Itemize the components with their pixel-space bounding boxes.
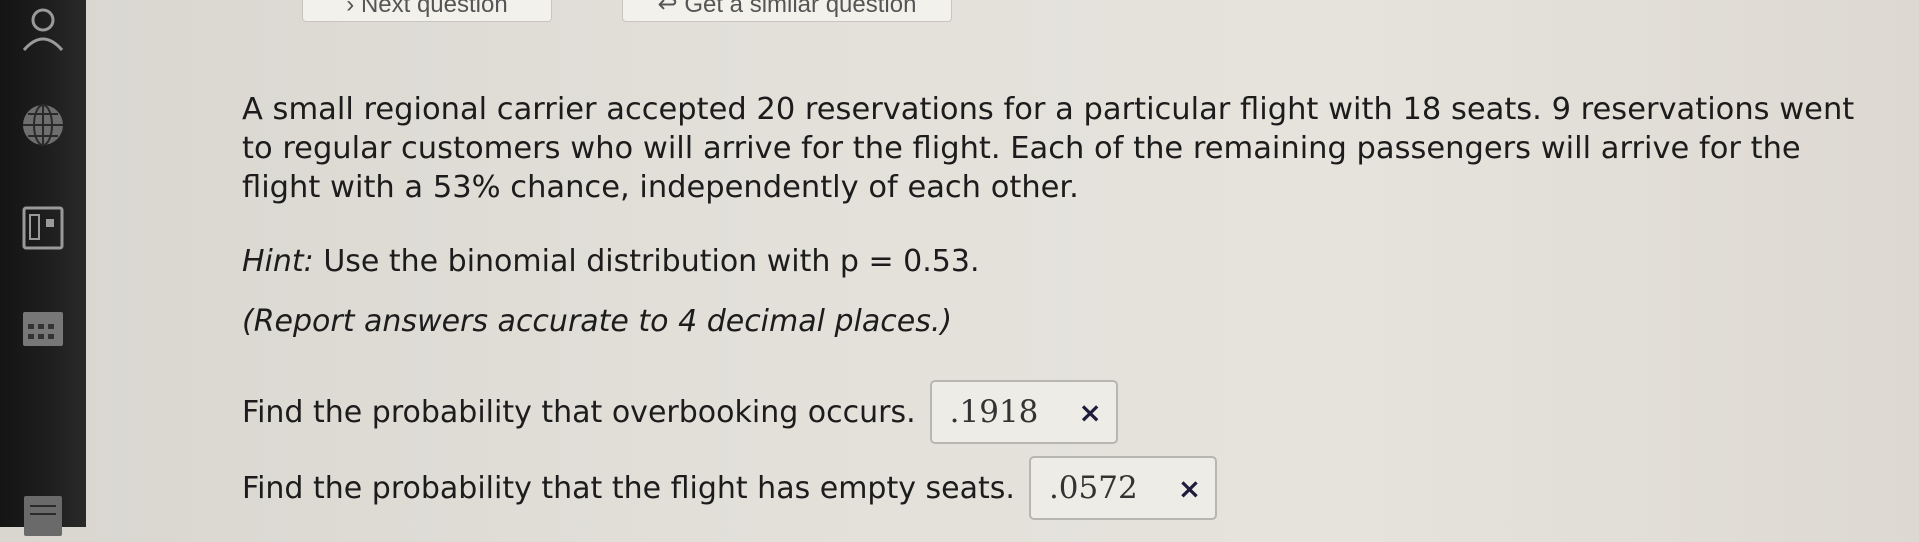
sidebar	[0, 0, 86, 536]
toolbar: › Next question ↩ Get a similar question	[86, 0, 1919, 28]
part-1-answer-value[interactable]: .1918	[950, 394, 1039, 430]
user-icon[interactable]	[20, 6, 66, 52]
part-2-answer-field[interactable]: .0572 ×	[1028, 456, 1218, 520]
report-note: (Report answers accurate to 4 decimal pl…	[242, 304, 953, 339]
hint-text: Use the binomial distribution with p = 0…	[313, 244, 980, 279]
question-part-1: Find the probability that overbooking oc…	[242, 380, 1118, 444]
calendar-icon[interactable]	[20, 306, 66, 352]
part-1-answer-field[interactable]: .1918 ×	[929, 380, 1118, 444]
part-1-prompt: Find the probability that overbooking oc…	[242, 394, 916, 430]
similar-question-button[interactable]: ↩ Get a similar question	[622, 0, 952, 22]
incorrect-icon: ×	[1177, 471, 1202, 505]
question-panel: A small regional carrier accepted 20 res…	[242, 90, 1882, 520]
globe-icon[interactable]	[20, 102, 66, 148]
question-text: A small regional carrier accepted 20 res…	[242, 92, 1855, 205]
question-part-2: Find the probability that the flight has…	[242, 456, 1218, 520]
incorrect-icon: ×	[1078, 395, 1102, 429]
hint: Hint: Use the binomial distribution with…	[242, 244, 980, 279]
calculator-icon[interactable]	[20, 205, 66, 251]
document-icon[interactable]	[20, 492, 66, 538]
hint-label: Hint:	[242, 244, 314, 279]
next-question-button[interactable]: › Next question	[302, 0, 552, 22]
part-2-prompt: Find the probability that the flight has…	[242, 470, 1015, 506]
part-2-answer-value[interactable]: .0572	[1049, 470, 1138, 506]
